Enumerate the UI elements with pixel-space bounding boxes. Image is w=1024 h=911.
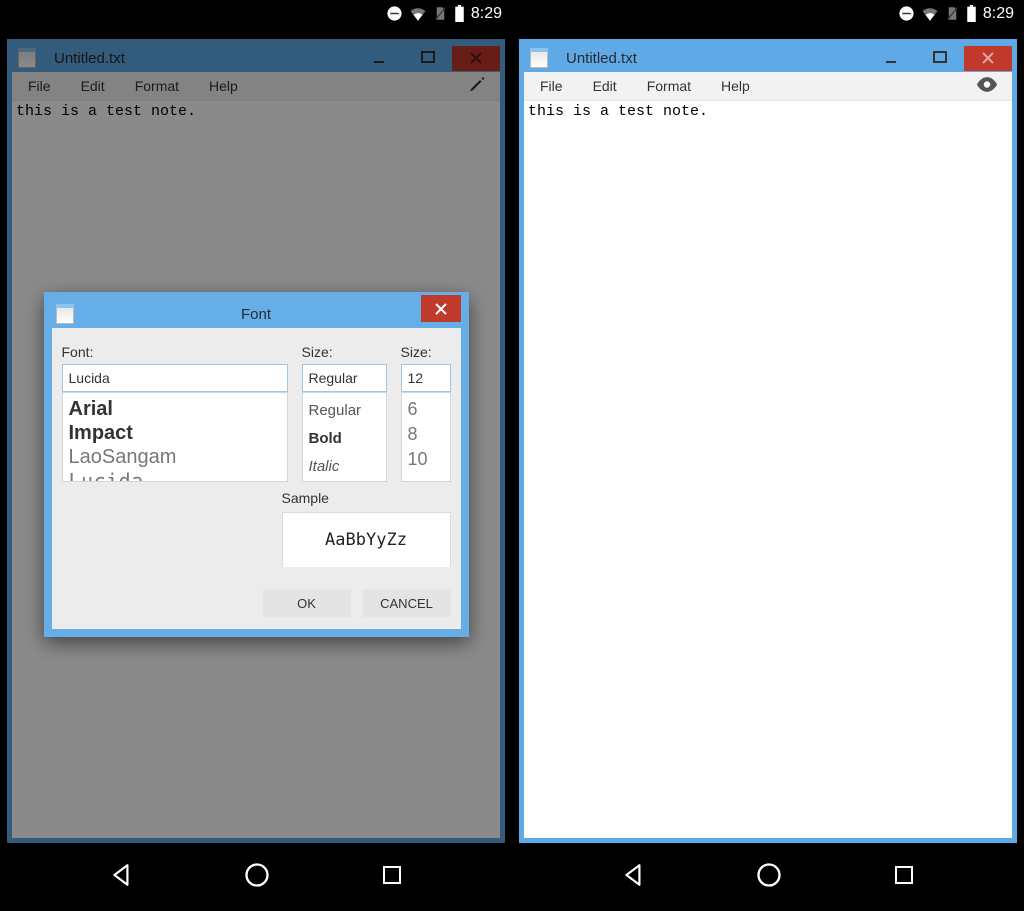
font-option-arial[interactable]: Arial: [69, 397, 281, 421]
sample-preview: AaBbYyZz: [282, 512, 451, 567]
font-option-impact[interactable]: Impact: [69, 421, 281, 445]
dialog-title-bar[interactable]: Font: [52, 300, 461, 328]
menu-edit[interactable]: Edit: [593, 78, 617, 94]
font-option-laosangam[interactable]: LaoSangam: [69, 445, 281, 469]
font-listbox[interactable]: Arial Impact LaoSangam Lucida: [62, 392, 288, 482]
size-option-8[interactable]: 8: [408, 422, 444, 447]
font-option-lucida[interactable]: Lucida: [69, 469, 281, 482]
no-sim-icon: [433, 5, 448, 22]
title-bar[interactable]: Untitled.txt: [524, 44, 1012, 72]
ok-button[interactable]: OK: [263, 589, 351, 617]
font-input[interactable]: [62, 364, 288, 392]
style-option-regular[interactable]: Regular: [309, 397, 380, 425]
screen-left: 8:29 Untitled.txt File Edit Format: [0, 0, 512, 911]
style-listbox[interactable]: Regular Bold Italic: [302, 392, 387, 482]
desktop-area: Untitled.txt File Edit Format Help: [0, 27, 512, 843]
style-option-bold[interactable]: Bold: [309, 425, 380, 453]
status-time: 8:29: [983, 5, 1014, 23]
font-dialog: Font Font: Arial Impact LaoSang: [44, 292, 469, 637]
size-listbox[interactable]: 6 8 10: [401, 392, 451, 482]
battery-icon: [966, 5, 977, 22]
menu-bar: File Edit Format Help: [524, 72, 1012, 101]
size-option-10[interactable]: 10: [408, 447, 444, 472]
note-text-area[interactable]: this is a test note.: [524, 101, 1012, 838]
nav-bar: [0, 843, 512, 911]
menu-file[interactable]: File: [540, 78, 563, 94]
dialog-close-button[interactable]: [421, 295, 461, 322]
size-label: Size:: [401, 344, 451, 360]
cancel-button[interactable]: CANCEL: [363, 589, 451, 617]
dialog-body: Font: Arial Impact LaoSangam Lucida Size…: [52, 328, 461, 629]
notepad-window: Untitled.txt File Edit Format Help: [519, 39, 1017, 843]
minimize-button[interactable]: [868, 46, 916, 71]
status-time: 8:29: [471, 5, 502, 23]
dnd-icon: [898, 5, 915, 22]
window-title: Untitled.txt: [566, 50, 868, 67]
battery-icon: [454, 5, 465, 22]
dnd-icon: [386, 5, 403, 22]
nav-home-icon[interactable]: [243, 861, 271, 894]
close-button[interactable]: [964, 46, 1012, 71]
style-label: Size:: [302, 344, 387, 360]
status-bar: 8:29: [0, 0, 512, 27]
maximize-button[interactable]: [916, 46, 964, 71]
notepad-icon: [530, 48, 548, 68]
size-option-6[interactable]: 6: [408, 397, 444, 422]
dialog-title: Font: [52, 306, 461, 323]
style-input[interactable]: [302, 364, 387, 392]
eye-icon[interactable]: [976, 77, 998, 96]
sample-label: Sample: [282, 490, 451, 506]
wifi-icon: [921, 5, 939, 23]
modal-overlay: Font Font: Arial Impact LaoSang: [0, 27, 512, 843]
no-sim-icon: [945, 5, 960, 22]
menu-format[interactable]: Format: [647, 78, 691, 94]
font-label: Font:: [62, 344, 288, 360]
size-input[interactable]: [401, 364, 451, 392]
nav-home-icon[interactable]: [755, 861, 783, 894]
nav-back-icon[interactable]: [621, 862, 647, 893]
nav-back-icon[interactable]: [109, 862, 135, 893]
screen-right: 8:29 Untitled.txt File Edit Format: [512, 0, 1024, 911]
style-option-italic[interactable]: Italic: [309, 453, 380, 481]
status-bar: 8:29: [512, 0, 1024, 27]
menu-help[interactable]: Help: [721, 78, 750, 94]
nav-recent-icon[interactable]: [380, 863, 404, 892]
wifi-icon: [409, 5, 427, 23]
nav-recent-icon[interactable]: [892, 863, 916, 892]
desktop-area: Untitled.txt File Edit Format Help: [512, 27, 1024, 843]
nav-bar: [512, 843, 1024, 911]
